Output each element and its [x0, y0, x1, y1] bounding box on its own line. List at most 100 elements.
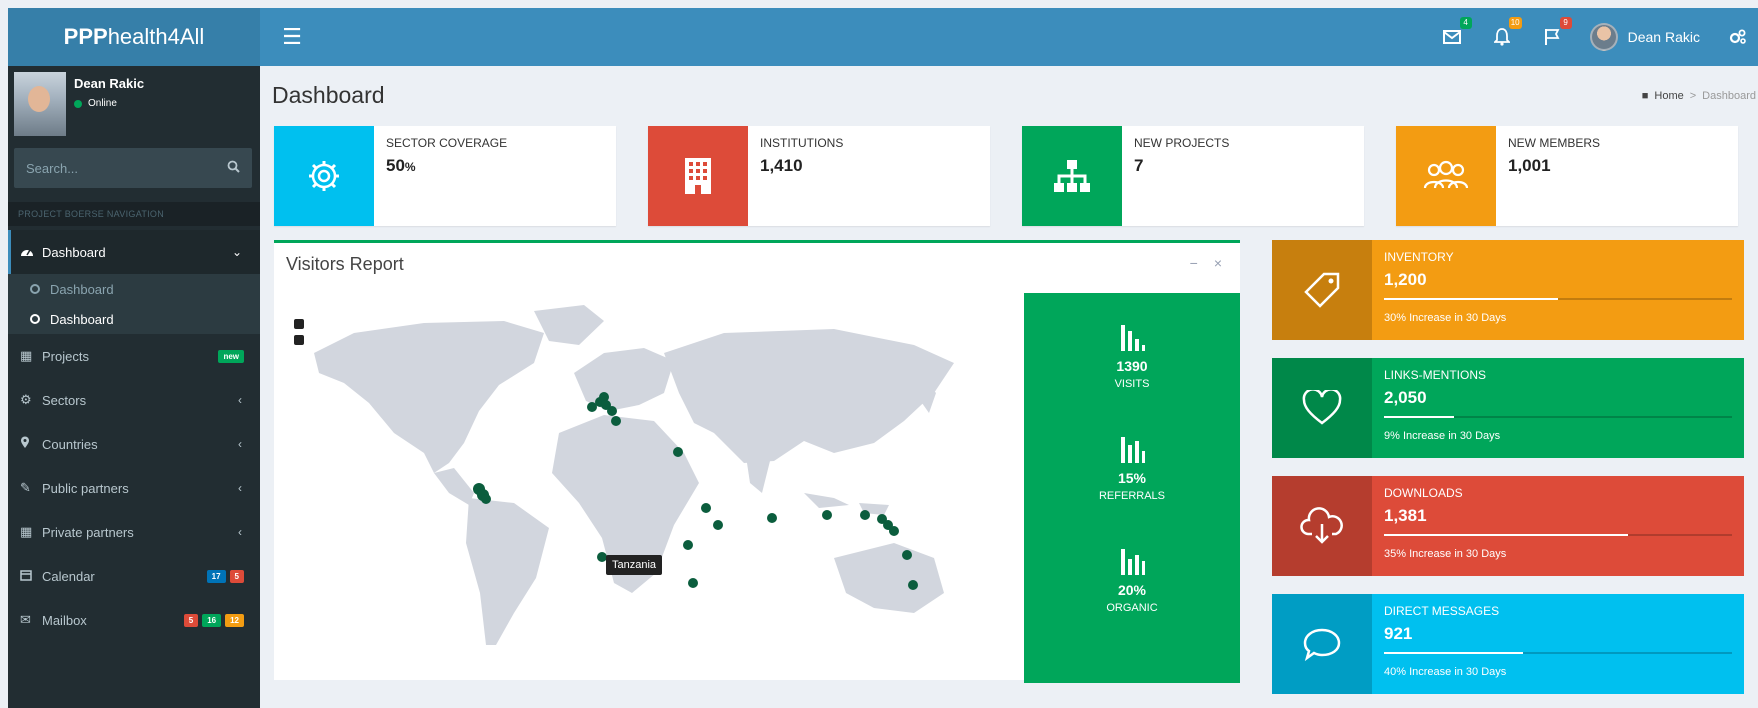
- user-menu[interactable]: Dean Rakic: [1589, 23, 1700, 51]
- flag-count-badge: 9: [1559, 17, 1572, 29]
- gears-icon: ⚙: [20, 392, 32, 407]
- heart-icon: [1272, 358, 1372, 458]
- small-box-label: DIRECT MESSAGES: [1384, 604, 1500, 618]
- small-box-description: 9% Increase in 30 Days: [1384, 430, 1501, 442]
- box-tools: − ×: [1190, 255, 1222, 271]
- sidebar-item-private-partners[interactable]: ▦ Private partners ‹: [8, 510, 260, 554]
- count-badge: 16: [202, 613, 222, 627]
- small-box-description: 30% Increase in 30 Days: [1384, 312, 1507, 324]
- sidebar-item-calendar[interactable]: Calendar 17 5: [8, 554, 260, 598]
- progress-bar: [1384, 298, 1732, 300]
- circle-icon: [30, 314, 40, 324]
- gears-icon[interactable]: [1726, 25, 1750, 49]
- mailbox-badges: 5 16 12: [183, 613, 244, 627]
- breadcrumb-separator: >: [1689, 90, 1697, 102]
- sidebar-item-public-partners[interactable]: ✎ Public partners ‹: [8, 466, 260, 510]
- small-box-description: 35% Increase in 30 Days: [1384, 548, 1507, 560]
- small-box-value: 2,050: [1384, 388, 1427, 407]
- sitemap-icon: [1022, 126, 1122, 226]
- bar-chart-icon: [1024, 323, 1240, 358]
- home-icon: ■: [1641, 90, 1649, 102]
- nav-header: PROJECT BOERSE NAVIGATION: [8, 202, 260, 226]
- chevron-down-icon: ⌄: [231, 245, 242, 259]
- progress-bar: [1384, 416, 1732, 418]
- progress-bar: [1384, 652, 1732, 654]
- small-box-direct-messages: DIRECT MESSAGES 921 40% Increase in 30 D…: [1272, 594, 1744, 694]
- close-icon[interactable]: ×: [1214, 255, 1222, 271]
- calendar-badges: 17 5: [206, 569, 244, 583]
- sidebar-item-label: Projects: [42, 348, 89, 364]
- progress-fill: [1384, 534, 1628, 536]
- new-badge: new: [218, 349, 244, 363]
- stat-referrals: 15% REFERRALS: [1024, 435, 1240, 502]
- small-box-label: INVENTORY: [1384, 250, 1454, 264]
- gear-icon: [274, 126, 374, 226]
- logo-rest: health4All: [107, 24, 205, 49]
- status-text: Online: [88, 98, 117, 109]
- small-box-value: 921: [1384, 624, 1413, 643]
- search-icon[interactable]: [227, 160, 240, 176]
- breadcrumb-home[interactable]: Home: [1654, 90, 1683, 102]
- info-box-label: SECTOR COVERAGE: [386, 136, 508, 150]
- bell-icon[interactable]: 10: [1490, 17, 1522, 49]
- users-icon: [1396, 126, 1496, 226]
- box-title: Visitors Report: [286, 253, 404, 274]
- sidebar: Dean Rakic Online PROJECT BOERSE NAVIGAT…: [8, 66, 260, 708]
- grid-icon: ▦: [20, 348, 33, 363]
- stat-label: ORGANIC: [1106, 602, 1158, 614]
- navbar: ☰ 4 10 9 Dean Rakic: [260, 8, 1758, 66]
- bar-chart-icon: [1024, 547, 1240, 582]
- info-box-label: INSTITUTIONS: [760, 136, 844, 150]
- info-box-new-projects: NEW PROJECTS 7: [1022, 126, 1364, 226]
- bar-chart-icon: [1024, 435, 1240, 470]
- mail-count-badge: 4: [1459, 17, 1472, 29]
- sidebar-item-label: Private partners: [42, 524, 134, 540]
- small-box-value: 1,381: [1384, 506, 1427, 525]
- flag-icon[interactable]: 9: [1540, 17, 1572, 49]
- user-avatar: [14, 72, 66, 136]
- hamburger-icon[interactable]: ☰: [274, 19, 310, 55]
- submenu-item-label: Dashboard: [50, 311, 114, 327]
- small-box-downloads: DOWNLOADS 1,381 35% Increase in 30 Days: [1272, 476, 1744, 576]
- zoom-in-button[interactable]: [294, 319, 304, 329]
- sidebar-item-mailbox[interactable]: ✉ Mailbox 5 16 12: [8, 598, 260, 642]
- zoom-out-button[interactable]: [294, 335, 304, 345]
- sidebar-search: [14, 148, 252, 188]
- sidebar-item-dashboard[interactable]: Dashboard ⌄: [8, 230, 260, 274]
- sidebar-item-label: Countries: [42, 436, 98, 452]
- stat-visits: 1390 VISITS: [1024, 323, 1240, 390]
- progress-fill: [1384, 416, 1454, 418]
- search-input[interactable]: [26, 160, 227, 176]
- sidebar-item-projects[interactable]: ▦ Projects new: [8, 334, 260, 378]
- online-dot-icon: [74, 99, 82, 108]
- info-box-unit: %: [404, 160, 416, 174]
- collapse-icon[interactable]: −: [1190, 255, 1198, 271]
- visitors-stats: 1390 VISITS 15% REFERRALS 20% ORGANIC: [1024, 293, 1240, 683]
- sidebar-item-sectors[interactable]: ⚙ Sectors ‹: [8, 378, 260, 422]
- world-map-svg: [314, 305, 954, 645]
- sidebar-item-label: Sectors: [42, 392, 87, 408]
- avatar: [1589, 23, 1618, 51]
- small-box-description: 40% Increase in 30 Days: [1384, 666, 1507, 678]
- chevron-left-icon: ‹: [238, 481, 242, 495]
- logo-bold: PPP: [63, 24, 108, 49]
- sidebar-item-label: Calendar: [42, 568, 95, 584]
- sidebar-user-name: Dean Rakic: [74, 76, 145, 91]
- app-logo[interactable]: PPP health4All: [8, 8, 260, 66]
- map-marker-icon: [20, 436, 42, 452]
- chevron-left-icon: ‹: [238, 437, 242, 451]
- notification-count-badge: 10: [1508, 17, 1522, 29]
- submenu-item-dashboard-2[interactable]: Dashboard: [8, 304, 260, 334]
- envelope-icon[interactable]: 4: [1440, 17, 1472, 49]
- submenu-item-dashboard-1[interactable]: Dashboard: [8, 274, 260, 304]
- count-badge: 5: [183, 613, 199, 627]
- progress-fill: [1384, 652, 1524, 654]
- status-indicator: Online: [74, 98, 117, 109]
- world-map[interactable]: Tanzania: [274, 293, 1024, 683]
- info-box-label: NEW MEMBERS: [1508, 136, 1601, 150]
- circle-icon: [30, 284, 40, 294]
- info-box-label: NEW PROJECTS: [1134, 136, 1230, 150]
- tag-icon: [1272, 240, 1372, 340]
- sidebar-item-countries[interactable]: Countries ‹: [8, 422, 260, 466]
- progress-fill: [1384, 298, 1558, 300]
